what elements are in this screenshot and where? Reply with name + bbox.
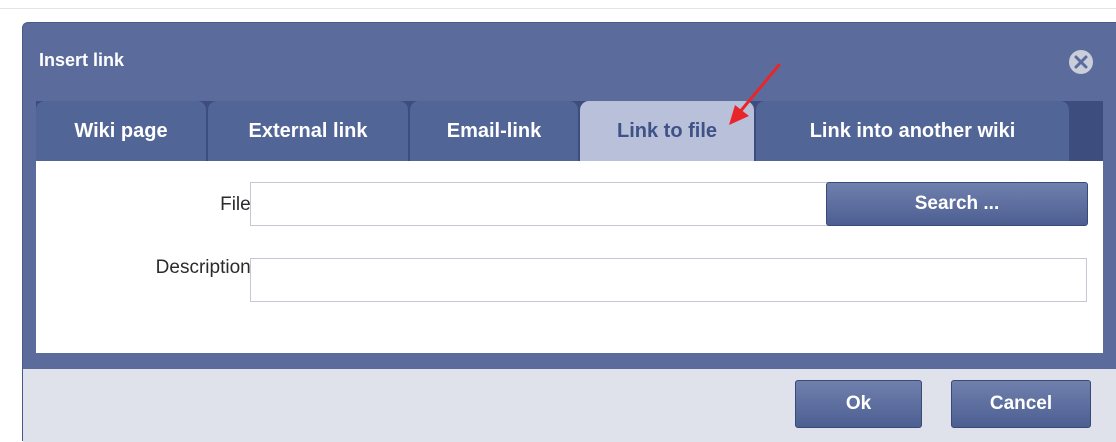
red-arrow-annotation-icon — [729, 63, 781, 125]
cancel-button[interactable]: Cancel — [951, 380, 1091, 428]
dialog-title: Insert link — [39, 50, 125, 70]
close-icon — [1074, 55, 1088, 69]
file-input[interactable] — [250, 182, 830, 226]
file-label: File: — [220, 194, 256, 215]
tab-email-link[interactable]: Email-link — [410, 101, 578, 161]
close-button[interactable] — [1069, 50, 1093, 74]
search-button[interactable]: Search ... — [826, 182, 1088, 226]
insert-link-dialog: Insert link Wiki page External link Emai… — [22, 22, 1116, 442]
background-divider — [0, 8, 1116, 9]
tab-content-panel: File: Search ... Description: — [36, 161, 1103, 353]
tab-wiki-page[interactable]: Wiki page — [36, 101, 206, 161]
description-label: Description: — [155, 257, 256, 278]
tab-external-link[interactable]: External link — [208, 101, 408, 161]
tab-link-into-another-wiki[interactable]: Link into another wiki — [756, 101, 1069, 161]
ok-button[interactable]: Ok — [795, 380, 922, 428]
tab-bar: Wiki page External link Email-link Link … — [36, 101, 1103, 161]
description-input[interactable] — [250, 258, 1087, 302]
